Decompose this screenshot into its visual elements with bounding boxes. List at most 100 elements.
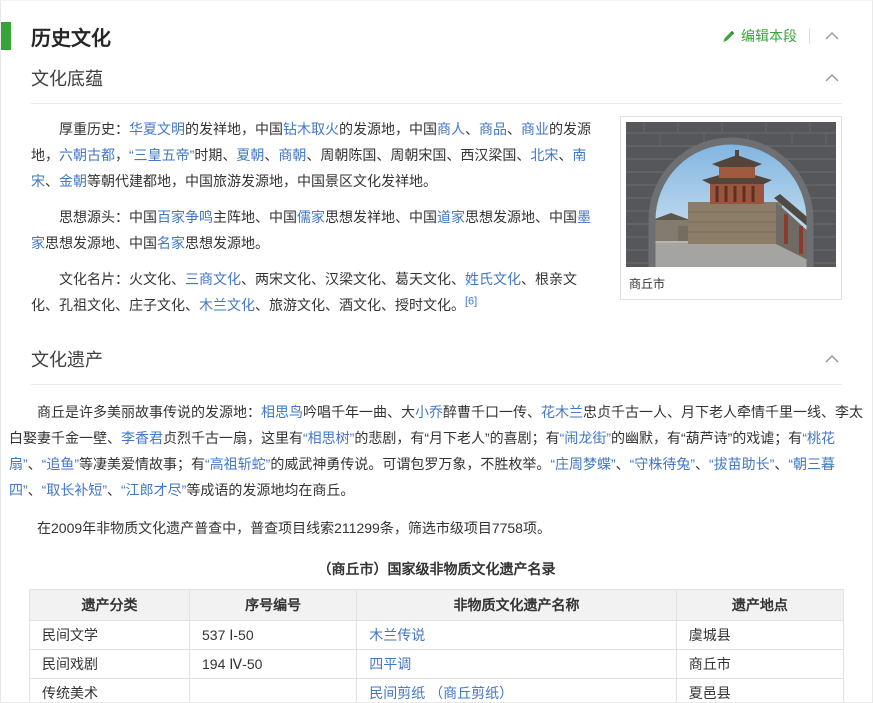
paragraph-legends: 商丘是许多美丽故事传说的发源地：相思鸟吟唱千年一曲、大小乔醉曹千口一传、花木兰忠…: [9, 399, 864, 503]
table-row: 民间戏剧 194 Ⅳ-50 四平调 商丘市: [29, 649, 845, 679]
inline-link[interactable]: 夏朝: [236, 147, 264, 163]
text-segment: 等凄美爱情故事；有: [79, 456, 205, 472]
inline-link[interactable]: 钻木取火: [283, 121, 339, 137]
number-cell: 194 Ⅳ-50: [188, 649, 358, 679]
photo-caption: 商丘市: [629, 277, 666, 291]
text-segment: 、: [27, 482, 42, 498]
text-segment: 、: [615, 456, 630, 472]
text-segment: 、: [465, 121, 479, 137]
inline-link[interactable]: 小乔: [415, 404, 443, 420]
text-segment: 的悲剧，有“月下老人”的喜剧；有: [354, 430, 560, 446]
location-cell: 夏邑县: [675, 678, 845, 702]
inline-link[interactable]: 儒家: [297, 209, 325, 225]
text-segment: 贞烈千古一扇，这里有: [163, 430, 303, 446]
text-segment: 、: [45, 173, 59, 189]
table-row: 传统美术 民间剪纸 （商丘剪纸） 夏邑县: [29, 678, 845, 702]
inline-link[interactable]: 商朝: [278, 147, 306, 163]
text-segment: 醉曹千口一传、: [443, 404, 541, 420]
paragraph-survey: 在2009年非物质文化遗产普查中，普查项目线索211299条，筛选市级项目775…: [9, 515, 864, 541]
text-segment: 、: [774, 456, 789, 472]
location-cell: 商丘市: [675, 649, 845, 679]
inline-link[interactable]: 李香君: [121, 430, 163, 446]
category-cell: 民间戏剧: [29, 649, 190, 679]
text-segment: 、周朝陈国、周朝宋国、西汉梁国、: [306, 147, 531, 163]
reference-link[interactable]: [6]: [465, 295, 477, 307]
heritage-item-link[interactable]: 四平调: [369, 656, 411, 672]
inline-link[interactable]: “闹龙街”: [560, 430, 611, 446]
text-segment: 吟唱千年一曲、大: [303, 404, 415, 420]
column-header: 遗产地点: [675, 589, 845, 621]
column-header: 序号编号: [188, 589, 358, 621]
section-header: 历史文化 编辑本段: [1, 21, 842, 51]
number-cell: [188, 678, 358, 702]
pencil-icon: [723, 30, 735, 42]
chevron-up-icon: [825, 32, 839, 40]
inline-link[interactable]: 北宋: [530, 147, 558, 163]
collapse-subsection-button[interactable]: [822, 352, 842, 366]
text-segment: 的幽默，有“葫芦诗”的戏谑；有: [610, 430, 803, 446]
inline-link[interactable]: 金朝: [59, 173, 87, 189]
collapse-section-button[interactable]: [822, 29, 842, 43]
city-gate-photo[interactable]: [626, 122, 836, 267]
table-caption: （商丘市）国家级非物质文化遗产名录: [317, 561, 556, 577]
text-segment: 思想发祥地、中国: [325, 209, 437, 225]
photo-card: 商丘市: [620, 116, 842, 300]
inline-link[interactable]: “拔苗助长”: [709, 456, 774, 472]
text-segment: 的发源地，中国: [339, 121, 437, 137]
header-actions: 编辑本段: [722, 26, 842, 46]
category-cell: 民间文学: [29, 620, 190, 650]
text-segment: 、: [507, 121, 521, 137]
text-segment: 思想发源地、中国: [45, 235, 157, 251]
inline-link[interactable]: “取长补短”: [42, 482, 107, 498]
inline-link[interactable]: 名家: [157, 235, 185, 251]
text-segment: 商丘是许多美丽故事传说的发源地：: [37, 404, 261, 420]
inline-link[interactable]: 相思鸟: [261, 404, 303, 420]
collapse-subsection-button[interactable]: [822, 71, 842, 85]
heritage-item-link[interactable]: 木兰传说: [369, 627, 425, 643]
chevron-up-icon: [825, 74, 839, 82]
inline-link[interactable]: 百家争鸣: [157, 209, 213, 225]
inline-link[interactable]: 三商文化: [185, 271, 241, 287]
inline-link[interactable]: “高祖斩蛇”: [205, 456, 270, 472]
inline-link[interactable]: “守株待兔”: [630, 456, 695, 472]
inline-link[interactable]: 六朝古都: [59, 147, 115, 163]
culture-section-body: 商丘市 厚重历史：华夏文明的发祥地，中国钻木取火的发源地，中国商人、商品、商业的…: [1, 104, 872, 332]
subsection-title: 文化底蕴: [31, 69, 103, 89]
name-cell: 民间剪纸 （商丘剪纸）: [356, 678, 677, 702]
inline-link[interactable]: “三皇五帝”: [129, 147, 194, 163]
column-header: 遗产分类: [29, 589, 190, 621]
inline-link[interactable]: 商品: [479, 121, 507, 137]
inline-link[interactable]: 姓氏文化: [465, 271, 521, 287]
inline-link[interactable]: 花木兰: [541, 404, 583, 420]
inline-link[interactable]: “江郎才尽”: [121, 482, 186, 498]
page-title: 历史文化: [31, 27, 111, 50]
text-segment: 、: [558, 147, 573, 163]
text-segment: 、旅游文化、酒文化、授时文化。: [255, 297, 465, 313]
inline-link[interactable]: 道家: [437, 209, 465, 225]
table-row: 民间文学 537 Ⅰ-50 木兰传说 虞城县: [29, 620, 845, 650]
text-segment: 思想发源地、中国: [465, 209, 577, 225]
heritage-table-header-row: 遗产分类 序号编号 非物质文化遗产名称 遗产地点: [29, 589, 845, 621]
inline-link[interactable]: 木兰文化: [199, 297, 255, 313]
heritage-table-wrapper: 遗产分类 序号编号 非物质文化遗产名称 遗产地点 民间文学 537 Ⅰ-50 木兰传说 虞城…: [1, 589, 872, 702]
text-segment: 主阵地、中国: [213, 209, 297, 225]
divider: [809, 28, 810, 44]
inline-link[interactable]: 商业: [521, 121, 549, 137]
text-segment: 文化名片：火文化、: [59, 271, 185, 287]
inline-link[interactable]: 华夏文明: [129, 121, 185, 137]
subsection-title: 文化遗产: [31, 350, 103, 370]
inline-link[interactable]: “相思树”: [303, 430, 354, 446]
inline-link[interactable]: 商人: [437, 121, 465, 137]
edit-section-button[interactable]: 编辑本段: [722, 26, 797, 46]
inline-link[interactable]: “庄周梦蝶”: [550, 456, 615, 472]
inline-link[interactable]: “追鱼”: [42, 456, 79, 472]
text-segment: 厚重历史：: [59, 121, 129, 137]
text-segment: 、: [107, 482, 121, 498]
heading-accent-bar: [1, 22, 11, 50]
text-segment: 时期、: [194, 147, 237, 163]
subsection-header-heritage: 文化遗产: [31, 332, 842, 385]
heritage-item-link[interactable]: 民间剪纸 （商丘剪纸）: [369, 685, 513, 701]
heritage-table: 遗产分类 序号编号 非物质文化遗产名称 遗产地点 民间文学 537 Ⅰ-50 木兰传说 虞城…: [29, 589, 845, 702]
text-segment: 等成语的发源地均在商丘。: [186, 482, 355, 498]
text-segment: 、: [694, 456, 709, 472]
